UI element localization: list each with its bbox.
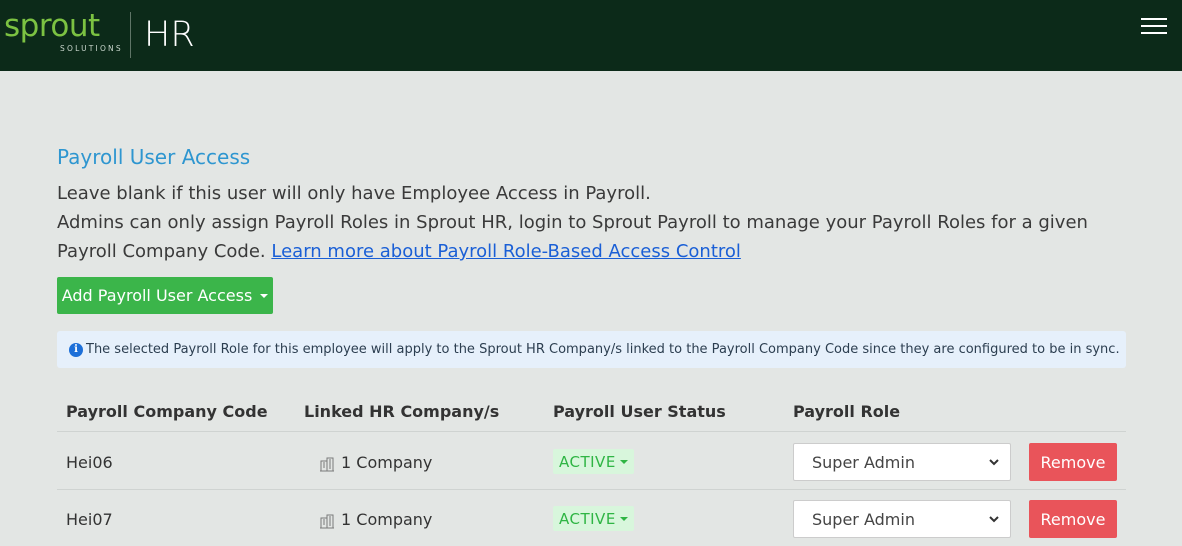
section-description: Leave blank if this user will only have … [57,179,1117,266]
info-icon: i [69,342,83,357]
caret-down-icon [260,293,269,298]
building-icon [320,457,334,471]
hamburger-icon[interactable] [1141,18,1167,34]
header-linked-hr-company: Linked HR Company/s [304,402,500,421]
logo-subtitle: SOLUTIONS [60,44,123,53]
logo-divider [130,12,131,58]
payroll-role-select[interactable]: Super Admin [793,500,1011,538]
payroll-role-value: Super Admin [812,452,915,472]
info-text: The selected Payroll Role for this emplo… [86,342,1120,357]
company-code-cell: Hei06 [66,453,113,472]
status-badge[interactable]: ACTIVE [553,506,634,531]
remove-button[interactable]: Remove [1029,500,1117,538]
payroll-role-select[interactable]: Super Admin [793,443,1011,481]
learn-more-link[interactable]: Learn more about Payroll Role-Based Acce… [271,241,741,262]
header-payroll-company-code: Payroll Company Code [66,402,268,421]
top-navbar: sprout SOLUTIONS HR [0,0,1182,71]
linked-company-cell[interactable]: 1 Company [319,510,432,529]
sprout-hr-logo[interactable]: sprout SOLUTIONS HR [4,8,204,58]
linked-company-cell[interactable]: 1 Company [319,453,432,472]
status-label: ACTIVE [559,509,616,528]
logo-hr-text: HR [144,15,195,55]
caret-down-icon [619,516,628,521]
chevron-down-icon [989,459,999,466]
header-payroll-role: Payroll Role [793,402,901,421]
add-button-label: Add Payroll User Access [61,286,253,305]
linked-company-count: 1 Company [341,453,433,472]
table-row: Hei06 1 Company ACTIVE Super Admin Remov… [57,433,1126,490]
building-icon [320,514,334,528]
caret-down-icon [619,459,628,464]
chevron-down-icon [989,516,999,523]
header-payroll-user-status: Payroll User Status [553,402,726,421]
section-title: Payroll User Access [57,145,251,169]
table-header: Payroll Company Code Linked HR Company/s… [57,392,1126,432]
info-alert: i The selected Payroll Role for this emp… [57,331,1126,368]
remove-button[interactable]: Remove [1029,443,1117,481]
company-code-cell: Hei07 [66,510,113,529]
payroll-role-value: Super Admin [812,509,915,529]
logo-wordmark: sprout [4,8,100,44]
table-row: Hei07 1 Company ACTIVE Super Admin Remov… [57,490,1126,546]
status-label: ACTIVE [559,452,616,471]
status-badge[interactable]: ACTIVE [553,449,634,474]
linked-company-count: 1 Company [341,510,433,529]
description-line-1: Leave blank if this user will only have … [57,183,651,204]
description-line-2: Admins can only assign Payroll Roles in … [57,208,1117,266]
add-payroll-user-access-button[interactable]: Add Payroll User Access [57,277,273,314]
